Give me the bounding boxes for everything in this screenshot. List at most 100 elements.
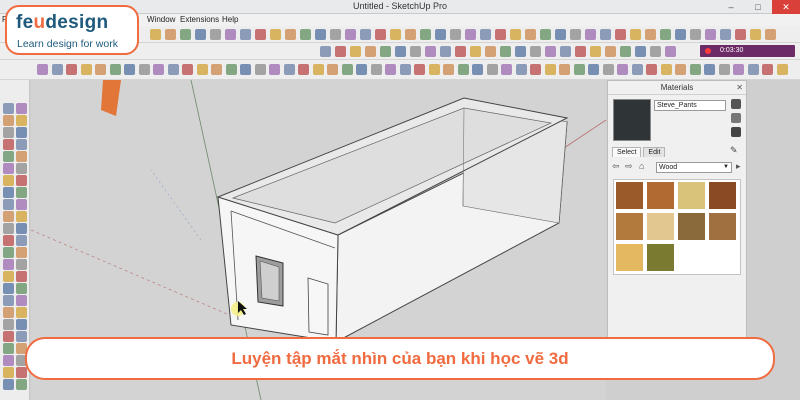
drawing-tool-icon[interactable] xyxy=(16,211,27,222)
toolbar-tool-icon[interactable] xyxy=(255,29,266,40)
toolbar-tool-icon[interactable] xyxy=(631,64,643,75)
drawing-tool-icon[interactable] xyxy=(3,235,14,246)
toolbar-tool-icon[interactable] xyxy=(472,64,483,75)
toolbar-tool-icon[interactable] xyxy=(530,64,541,75)
material-swatch[interactable] xyxy=(647,213,674,240)
toolbar-tool-icon[interactable] xyxy=(600,29,611,40)
drawing-tool-icon[interactable] xyxy=(16,223,27,234)
drawing-tool-icon[interactable] xyxy=(16,367,27,378)
toolbar-tool-icon[interactable] xyxy=(350,46,361,57)
drawing-tool-icon[interactable] xyxy=(3,343,14,354)
drawing-tool-icon[interactable] xyxy=(3,247,14,258)
toolbar-tool-icon[interactable] xyxy=(735,29,746,40)
toolbar-tool-icon[interactable] xyxy=(360,29,371,40)
toolbar-tool-icon[interactable] xyxy=(515,64,527,75)
drawing-tool-icon[interactable] xyxy=(3,151,14,162)
screen-recorder-bar[interactable]: 0:03:30 xyxy=(700,45,795,57)
toolbar-tool-icon[interactable] xyxy=(501,64,512,75)
toolbar-tool-icon[interactable] xyxy=(588,64,599,75)
toolbar-tool-icon[interactable] xyxy=(500,46,511,57)
drawing-tool-icon[interactable] xyxy=(3,295,14,306)
toolbar-tool-icon[interactable] xyxy=(240,29,251,40)
toolbar-tool-icon[interactable] xyxy=(330,29,341,40)
toolbar-tool-icon[interactable] xyxy=(138,64,150,75)
toolbar-tool-icon[interactable] xyxy=(182,64,193,75)
material-swatch[interactable] xyxy=(647,182,674,209)
toolbar-tool-icon[interactable] xyxy=(675,29,686,40)
toolbar-tool-icon[interactable] xyxy=(515,46,526,57)
toolbar-tool-icon[interactable] xyxy=(620,46,631,57)
drawing-tool-icon[interactable] xyxy=(3,199,14,210)
toolbar-tool-icon[interactable] xyxy=(660,29,671,40)
toolbar-tool-icon[interactable] xyxy=(440,46,451,57)
toolbar-tool-icon[interactable] xyxy=(380,46,391,57)
drawing-tool-icon[interactable] xyxy=(3,187,14,198)
toolbar-tool-icon[interactable] xyxy=(425,46,436,57)
toolbar-tool-icon[interactable] xyxy=(167,64,179,75)
toolbar-tool-icon[interactable] xyxy=(240,64,251,75)
toolbar-tool-icon[interactable] xyxy=(210,29,221,40)
toolbar-tool-icon[interactable] xyxy=(211,64,222,75)
toolbar-tool-icon[interactable] xyxy=(720,29,731,40)
drawing-tool-icon[interactable] xyxy=(3,115,14,126)
toolbar-tool-icon[interactable] xyxy=(51,64,63,75)
toolbar-tool-icon[interactable] xyxy=(385,64,396,75)
forward-arrow-icon[interactable]: ⇨ xyxy=(625,161,633,172)
toolbar-tool-icon[interactable] xyxy=(480,29,491,40)
toolbar-tool-icon[interactable] xyxy=(545,46,556,57)
toolbar-tool-icon[interactable] xyxy=(150,29,161,40)
toolbar-tool-icon[interactable] xyxy=(705,29,716,40)
toolbar-tool-icon[interactable] xyxy=(615,29,626,40)
toolbar-tool-icon[interactable] xyxy=(485,46,496,57)
toolbar-tool-icon[interactable] xyxy=(510,29,521,40)
toolbar-tool-icon[interactable] xyxy=(630,29,641,40)
drawing-tool-icon[interactable] xyxy=(16,151,27,162)
toolbar-tool-icon[interactable] xyxy=(617,64,628,75)
toolbar-tool-icon[interactable] xyxy=(750,29,761,40)
toolbar-tool-icon[interactable] xyxy=(635,46,646,57)
toolbar-tool-icon[interactable] xyxy=(530,46,541,57)
home-icon[interactable]: ⌂ xyxy=(639,161,644,171)
toolbar-tool-icon[interactable] xyxy=(450,29,461,40)
toolbar-tool-icon[interactable] xyxy=(414,64,425,75)
toolbar-tool-icon[interactable] xyxy=(320,46,331,57)
toolbar-tool-icon[interactable] xyxy=(66,64,77,75)
toolbar-tool-icon[interactable] xyxy=(605,46,616,57)
drawing-tool-icon[interactable] xyxy=(3,379,14,390)
close-icon[interactable]: ✕ xyxy=(736,81,743,95)
default-material-icon[interactable] xyxy=(731,127,741,137)
toolbar-tool-icon[interactable] xyxy=(776,64,788,75)
toolbar-tool-icon[interactable] xyxy=(37,64,48,75)
toolbar-tool-icon[interactable] xyxy=(270,29,281,40)
toolbar-tool-icon[interactable] xyxy=(80,64,92,75)
drawing-tool-icon[interactable] xyxy=(3,283,14,294)
drawing-tool-icon[interactable] xyxy=(3,175,14,186)
toolbar-tool-icon[interactable] xyxy=(602,64,614,75)
toolbar-tool-icon[interactable] xyxy=(327,64,338,75)
drawing-tool-icon[interactable] xyxy=(3,367,14,378)
toolbar-tool-icon[interactable] xyxy=(124,64,135,75)
material-name-field[interactable]: Steve_Pants xyxy=(654,100,726,111)
drawing-tool-icon[interactable] xyxy=(16,379,27,390)
toolbar-tool-icon[interactable] xyxy=(585,29,596,40)
drawing-tool-icon[interactable] xyxy=(3,223,14,234)
toolbar-tool-icon[interactable] xyxy=(665,46,676,57)
toolbar-tool-icon[interactable] xyxy=(645,29,656,40)
details-icon[interactable]: ▸ xyxy=(736,161,741,172)
back-arrow-icon[interactable]: ⇦ xyxy=(612,161,620,172)
toolbar-tool-icon[interactable] xyxy=(555,29,566,40)
drawing-tool-icon[interactable] xyxy=(3,139,14,150)
drawing-tool-icon[interactable] xyxy=(16,271,27,282)
toolbar-tool-icon[interactable] xyxy=(109,64,121,75)
drawing-tool-icon[interactable] xyxy=(3,103,14,114)
material-swatch[interactable] xyxy=(616,182,643,209)
drawing-tool-icon[interactable] xyxy=(16,139,27,150)
drawing-tool-icon[interactable] xyxy=(16,283,27,294)
toolbar-tool-icon[interactable] xyxy=(718,64,730,75)
toolbar-tool-icon[interactable] xyxy=(650,46,661,57)
material-swatch[interactable] xyxy=(616,244,643,271)
drawing-tool-icon[interactable] xyxy=(16,127,27,138)
drawing-tool-icon[interactable] xyxy=(3,259,14,270)
toolbar-tool-icon[interactable] xyxy=(525,29,536,40)
toolbar-tool-icon[interactable] xyxy=(689,64,701,75)
